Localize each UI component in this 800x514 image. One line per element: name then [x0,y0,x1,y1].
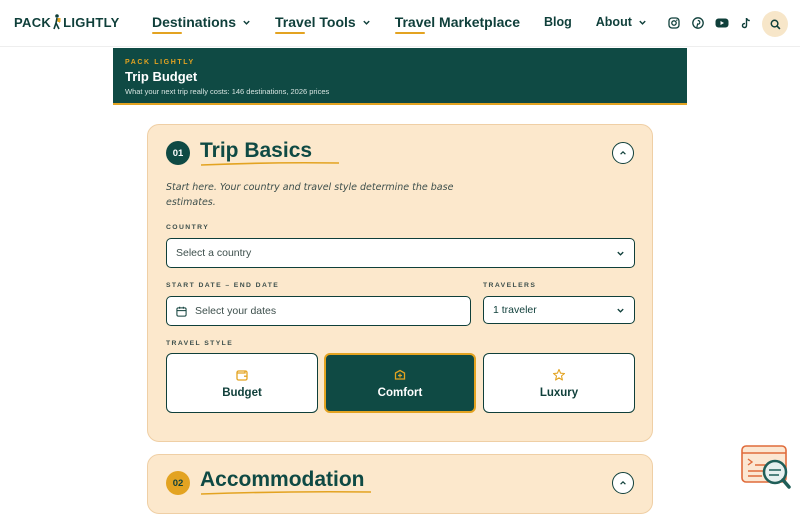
style-option-label: Comfort [377,386,423,399]
dates-label: START DATE – END DATE [166,282,280,289]
page-banner: PACK LIGHTLY Trip Budget What your next … [113,48,687,105]
nav-about-label: About [595,15,632,29]
tiktok-icon[interactable] [738,15,754,31]
hiker-icon [53,14,61,30]
chevron-down-icon [362,20,370,25]
banner-subtitle: What your next trip really costs: 146 de… [125,87,330,96]
search-button[interactable] [762,11,788,37]
wallet-icon [236,369,248,381]
chevron-down-icon [617,251,624,256]
youtube-icon[interactable] [714,15,730,31]
style-option-label: Luxury [539,386,579,399]
social-links [666,15,762,31]
instagram-icon[interactable] [666,15,682,31]
collapse-button[interactable] [612,142,634,164]
star-icon [552,368,566,381]
page-title: Trip Budget [125,69,198,84]
chevron-down-icon [243,20,250,25]
style-option-comfort[interactable]: Comfort [324,353,476,413]
accommodation-card: 02 Accommodation [147,454,653,514]
title-underline [200,161,340,166]
date-range-input[interactable]: Select your dates [166,296,471,326]
chat-search-icon [741,445,791,489]
nav-underline [394,32,425,34]
search-icon [770,19,780,29]
nav-travel-tools-label: Travel Tools [275,14,356,30]
nav-underline [275,32,306,34]
country-select[interactable]: Select a country [166,238,635,268]
country-label: COUNTRY [166,224,210,231]
pinterest-icon[interactable] [690,15,706,31]
site-header: PACK LIGHTLY Destinations Travel Tools T… [0,0,800,47]
nav-underline [152,32,182,34]
collapse-button[interactable] [612,472,634,494]
section-intro: Start here. Your country and travel styl… [166,182,454,208]
main-nav: Destinations Travel Tools Travel Marketp… [152,14,671,36]
logo[interactable]: PACK LIGHTLY [14,14,120,30]
step-number: 02 [166,471,190,495]
nav-travel-tools[interactable]: Travel Tools [275,14,371,36]
travelers-select[interactable]: 1 traveler [483,296,635,324]
banner-kicker: PACK LIGHTLY [125,59,195,66]
calendar-icon [176,306,187,317]
country-select-value: Select a country [176,247,252,259]
suitcase-icon [394,369,406,380]
travel-style-label: TRAVEL STYLE [166,340,234,347]
section-title: Trip Basics [200,139,313,162]
date-range-placeholder: Select your dates [195,305,277,317]
logo-text-right: LIGHTLY [63,14,120,30]
nav-blog[interactable]: Blog [544,15,572,35]
nav-blog-label: Blog [543,15,572,29]
step-number: 01 [166,141,190,165]
style-option-budget[interactable]: Budget [166,353,318,413]
travelers-label: TRAVELERS [483,282,537,289]
travelers-select-value: 1 traveler [493,304,537,316]
nav-about[interactable]: About [596,15,647,35]
style-option-luxury[interactable]: Luxury [483,353,635,413]
help-chat-widget[interactable] [740,444,792,490]
nav-travel-marketplace-label: Travel Marketplace [394,14,520,30]
chevron-up-icon [620,150,626,155]
nav-destinations[interactable]: Destinations [152,14,251,36]
chevron-down-icon [639,20,646,25]
nav-travel-marketplace[interactable]: Travel Marketplace [394,14,520,36]
chevron-down-icon [617,308,624,313]
title-underline [200,490,372,495]
style-option-label: Budget [222,386,262,399]
section-title: Accommodation [200,468,365,491]
trip-basics-card: 01 Trip Basics Start here. Your country … [147,124,653,442]
chevron-up-icon [620,480,626,485]
logo-text-left: PACK [14,14,52,30]
nav-destinations-label: Destinations [152,14,237,30]
